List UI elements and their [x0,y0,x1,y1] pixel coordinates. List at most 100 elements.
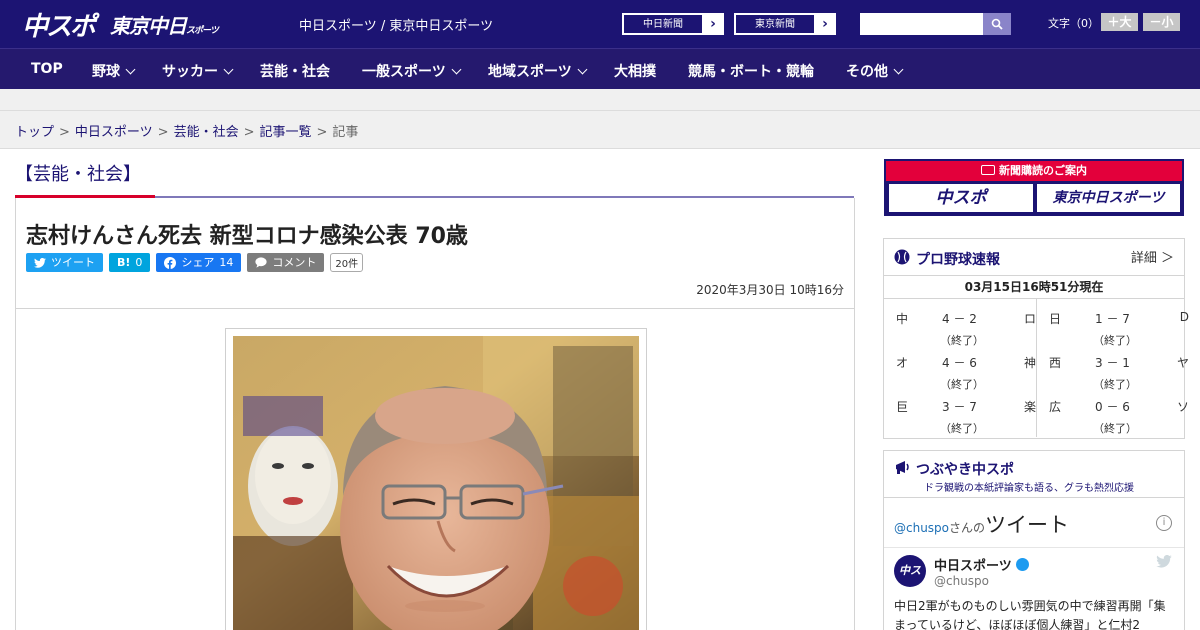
portrait-photo [233,336,639,630]
chevron-right-icon: › [710,16,716,32]
divider [1036,299,1037,437]
breadcrumb-separator: > [243,125,255,140]
twitter-box-title: つぶやき中スポ [916,462,1014,478]
comment-count-badge[interactable]: 20件 [330,253,364,272]
game-status: （終了） [940,422,984,435]
megaphone-icon [896,461,909,474]
info-icon[interactable]: i [1156,515,1172,531]
tweet-account-handle[interactable]: @chuspo [934,574,989,588]
game-status: （終了） [940,378,984,391]
game-score[interactable]: 日 1 － 7 D （終了） [1049,310,1189,354]
tokyo-shimbun-link[interactable]: 東京新聞 › [734,13,836,35]
game-score[interactable]: オ 4 － 6 神 （終了） [896,354,1036,398]
breadcrumb-band [0,89,1200,149]
nav-item-general-sports[interactable]: 一般スポーツ [362,61,462,81]
nav-item-baseball[interactable]: 野球 [92,61,136,81]
nav-item-sumo[interactable]: 大相撲 [614,61,656,81]
search-icon [991,18,1003,30]
baseball-details-link[interactable]: 詳細 ＞ [1131,247,1174,266]
nav-item-label: 競馬・ボート・競輪 [688,64,814,80]
twitter-handle-link[interactable]: @chuspo [894,521,949,535]
tweet-account-name-text: 中日スポーツ [934,559,1012,574]
chunichi-shimbun-link[interactable]: 中日新聞 › [622,13,724,35]
ext-link-label: 東京新聞 [735,14,815,34]
share-buttons: ツイート B! 0 シェア 14 コメント 20件 [26,253,364,272]
font-size-plus-button[interactable]: ＋大 [1101,13,1138,31]
ext-link-label: 中日新聞 [623,14,703,34]
breadcrumb-separator: > [316,125,328,140]
tweet-account-name[interactable]: 中日スポーツ [934,555,1029,574]
tokyo-chunichi-subscribe-logo[interactable]: 東京中日スポーツ [1037,184,1180,212]
facebook-share-label: シェア [181,256,215,269]
away-team: ロ [1023,312,1036,326]
nav-item-label: その他 [846,64,888,80]
comment-button[interactable]: コメント [247,253,325,272]
tokyo-chunichi-logo-small: スポーツ [186,26,219,36]
score: 4 － 2 [942,312,977,326]
tokyo-chunichi-logo[interactable]: 東京中日スポーツ [110,10,219,39]
tweet-button[interactable]: ツイート [26,253,103,272]
twitter-bird-icon [34,257,46,268]
breadcrumb-link-entertainment[interactable]: 芸能・社会 [174,125,239,140]
font-size-minus-button[interactable]: －小 [1143,13,1180,31]
search-input[interactable] [860,13,983,35]
divider [16,308,854,309]
article-photo-frame [225,328,647,630]
home-team: 巨 [896,400,909,414]
divider [884,497,1184,498]
twitter-bird-icon[interactable] [1156,555,1172,568]
game-score[interactable]: 巨 3 － 7 楽 （終了） [896,398,1036,442]
home-team: 中 [896,312,909,326]
breadcrumb-link-chuspo[interactable]: 中日スポーツ [75,125,153,140]
game-status: （終了） [1093,378,1137,391]
nav-item-other[interactable]: その他 [846,61,904,81]
away-team: 楽 [1023,400,1036,414]
chuspo-subscribe-logo[interactable]: 中スポ [889,184,1033,212]
home-team: 西 [1049,356,1062,370]
game-status: （終了） [940,334,984,347]
search-button[interactable] [983,13,1011,35]
top-bar: 中スポ 東京中日スポーツ 中日スポーツ / 東京中日スポーツ 中日新聞 › 東京… [0,0,1200,48]
subscribe-banner-title: 新聞購読のご案内 [886,161,1182,181]
twitter-handle-suffix: さんの [949,521,986,535]
score: 0 － 6 [1095,400,1130,414]
facebook-icon [164,256,177,269]
home-team: 広 [1049,400,1062,414]
nav-item-entertainment[interactable]: 芸能・社会 [260,61,330,81]
score: 1 － 7 [1095,312,1130,326]
facebook-share-button[interactable]: シェア 14 [156,253,242,272]
breadcrumb-separator: > [157,125,169,140]
nav-item-label: 大相撲 [614,64,656,80]
score: 3 － 7 [942,400,977,414]
game-score[interactable]: 西 3 － 1 ヤ （終了） [1049,354,1189,398]
chevron-right-icon: › [822,16,828,32]
hatena-bookmark-button[interactable]: B! 0 [109,253,151,272]
score: 3 － 1 [1095,356,1130,370]
category-title: 【芸能・社会】 [15,164,141,185]
tweet-button-label: ツイート [51,256,95,269]
nav-item-label: 一般スポーツ [362,64,446,80]
baseball-box-title: プロ野球速報 [916,252,1000,268]
avatar[interactable]: 中スポ [894,555,926,609]
game-status: （終了） [1093,334,1137,347]
game-score[interactable]: 中 4 － 2 ロ （終了） [896,310,1036,354]
nav-item-soccer[interactable]: サッカー [162,61,234,81]
article: 志村けんさん死去 新型コロナ感染公表 70歳 ツイート B! 0 シェア 14 … [15,198,855,630]
game-score[interactable]: 広 0 － 6 ソ （終了） [1049,398,1189,442]
nav-item-top[interactable]: TOP [31,61,63,77]
article-photo[interactable] [233,336,639,630]
nav-item-racing[interactable]: 競馬・ボート・競輪 [688,61,814,81]
chevron-down-icon [451,64,462,75]
breadcrumb-link-top[interactable]: トップ [15,125,54,140]
baseball-scores-box: プロ野球速報 詳細 ＞ 03月15日16時51分現在 中 4 － 2 ロ （終了… [883,238,1189,442]
subscribe-banner[interactable]: 新聞購読のご案内 中スポ 東京中日スポーツ [884,159,1184,216]
nav-item-local-sports[interactable]: 地域スポーツ [488,61,588,81]
chuspo-logo[interactable]: 中スポ [22,6,96,43]
main-nav: TOP 野球 サッカー 芸能・社会 一般スポーツ 地域スポーツ 大相撲 競馬・ボ… [0,48,1200,89]
comment-button-label: コメント [272,256,317,269]
tweet-text: 中日2軍がものものしい雰囲気の中で練習再開「集まっているけど、ほぼほぼ個人練習」… [894,599,1166,630]
breadcrumb-link-article-list[interactable]: 記事一覧 [260,125,312,140]
site-links[interactable]: 中日スポーツ / 東京中日スポーツ [299,15,493,34]
facebook-share-count: 14 [219,256,234,269]
breadcrumb-separator: > [59,125,70,140]
